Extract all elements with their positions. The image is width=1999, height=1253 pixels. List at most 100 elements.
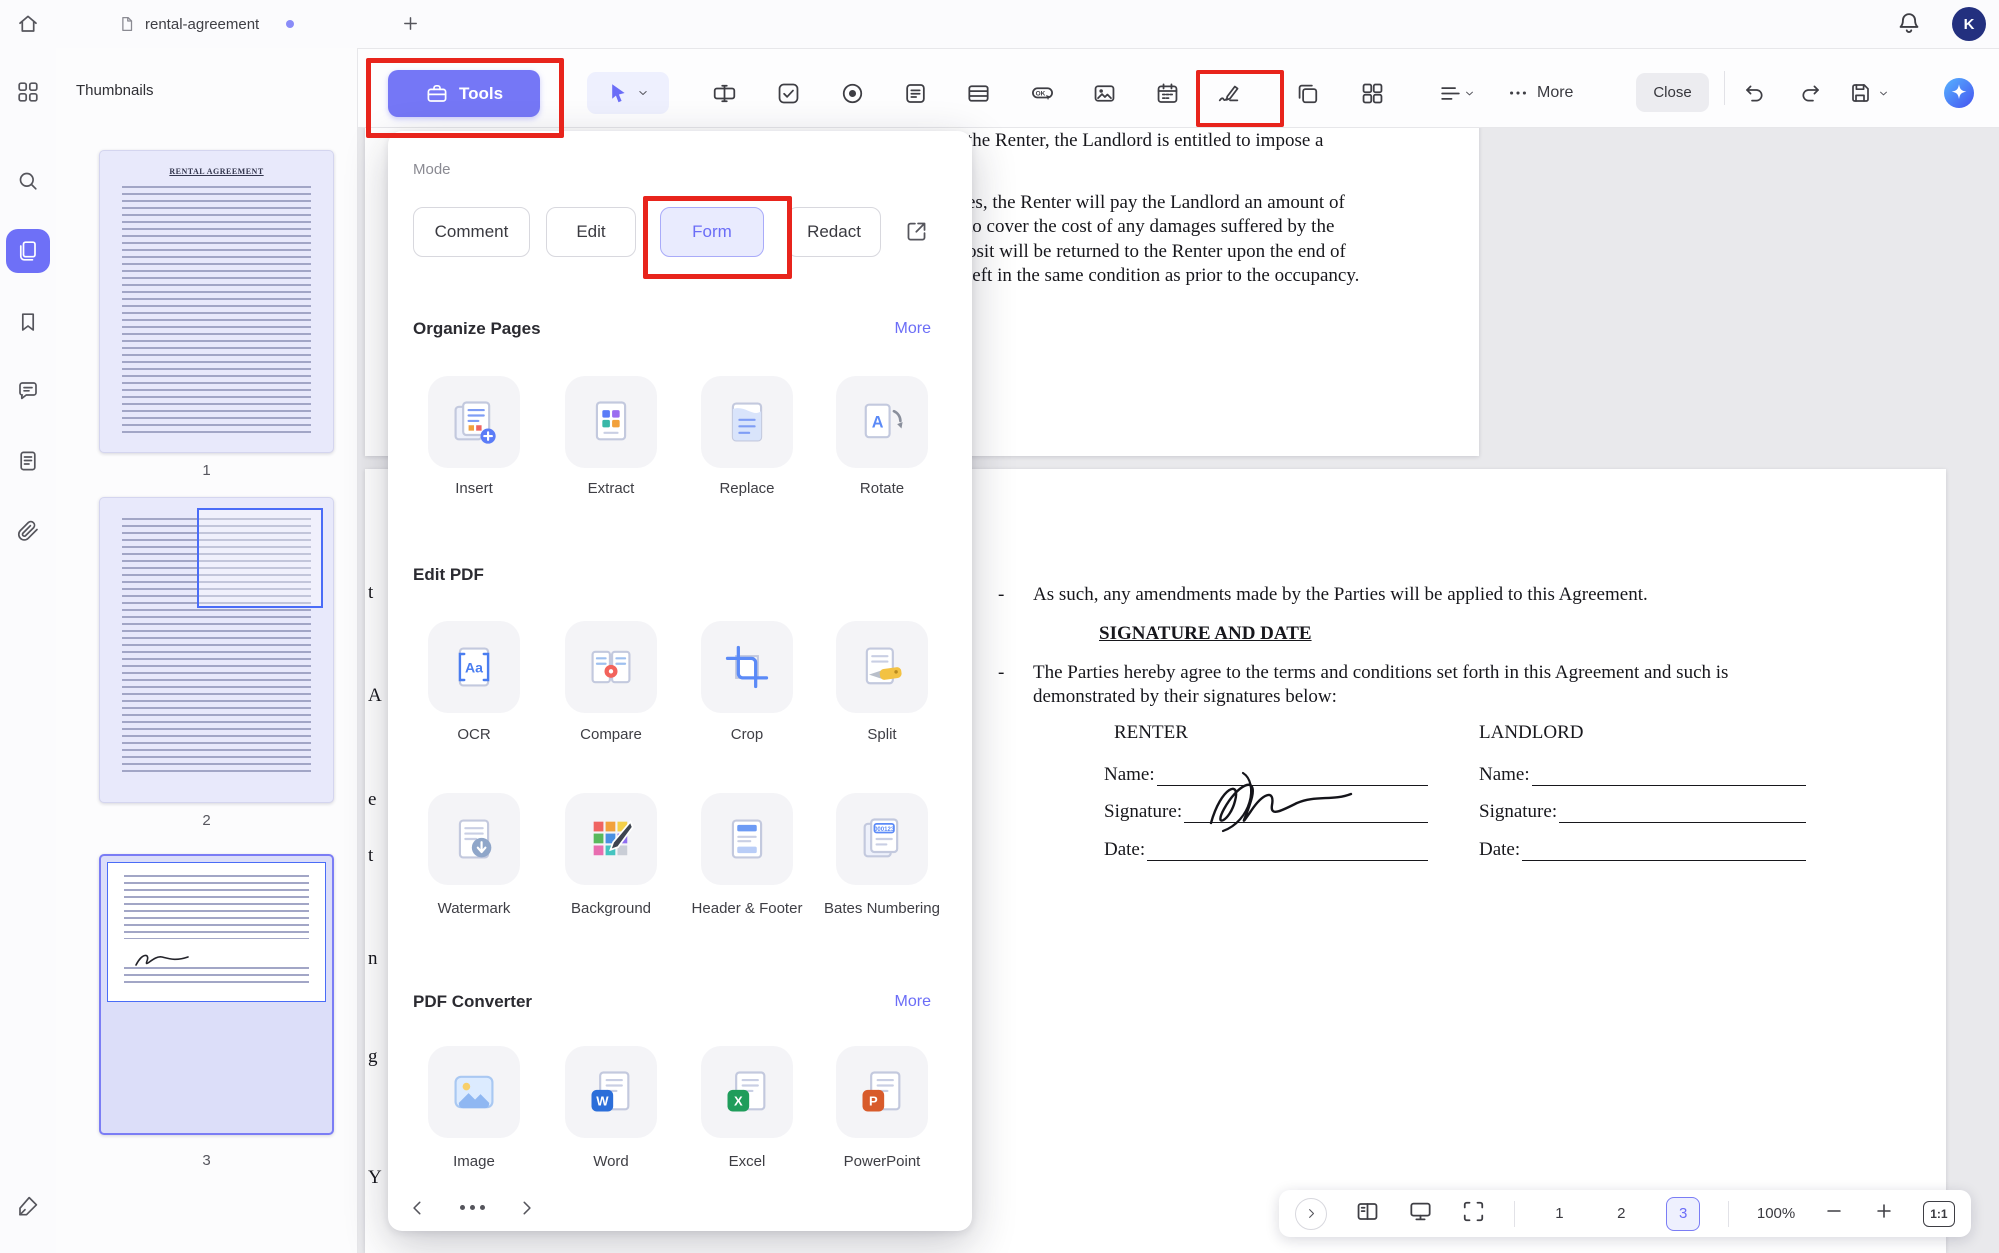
- actual-size-button[interactable]: 1:1: [1923, 1201, 1955, 1227]
- checkbox-field-button[interactable]: [768, 73, 808, 113]
- close-button-label: Close: [1653, 84, 1691, 101]
- notifications-button[interactable]: [1896, 10, 1922, 41]
- mode-label: Redact: [807, 222, 861, 242]
- viewport-indicator[interactable]: [107, 862, 326, 1002]
- extract-icon: [585, 396, 637, 448]
- unsaved-dot: [286, 20, 294, 28]
- tool-replace[interactable]: [701, 376, 793, 468]
- comments-button[interactable]: [15, 378, 41, 404]
- undo-icon: [1743, 81, 1767, 105]
- mode-edit-button[interactable]: Edit: [546, 207, 636, 257]
- clipped-text-fragment: t: [368, 845, 373, 867]
- thumbnails-panel: Thumbnails RENTAL AGREEMENT 1 2 3: [56, 48, 358, 1253]
- radio-field-button[interactable]: [832, 73, 872, 113]
- tool-background[interactable]: [565, 793, 657, 885]
- thumbnail-page-number: 1: [56, 462, 357, 479]
- checkbox-field-icon: [776, 81, 801, 106]
- tool-crop[interactable]: [701, 621, 793, 713]
- tool-compare[interactable]: [565, 621, 657, 713]
- home-button[interactable]: [16, 12, 40, 41]
- pen-tool-icon: [16, 1194, 40, 1218]
- tool-split[interactable]: [836, 621, 928, 713]
- notification-bell-icon: [1896, 10, 1922, 36]
- pdf-converter-more-link[interactable]: More: [895, 993, 931, 1011]
- tool-watermark[interactable]: [428, 793, 520, 885]
- tool-label: OCR: [406, 725, 542, 744]
- landlord-heading: LANDLORD: [1479, 721, 1584, 745]
- summary-button[interactable]: [15, 448, 41, 474]
- tool-to-excel[interactable]: X: [701, 1046, 793, 1138]
- comments-icon: [16, 379, 40, 403]
- fit-page-button[interactable]: [1461, 1199, 1486, 1229]
- tool-label: Image: [406, 1152, 542, 1171]
- menu-next-button[interactable]: [516, 1197, 538, 1224]
- tool-to-word[interactable]: W: [565, 1046, 657, 1138]
- chevron-right-icon: [516, 1197, 538, 1219]
- thumbnails-panel-button[interactable]: [6, 229, 50, 273]
- thumbnail-page-number: 3: [56, 1152, 357, 1169]
- pen-tool-button[interactable]: [15, 1193, 41, 1219]
- ai-assistant-button[interactable]: [1939, 73, 1979, 113]
- image-converter-icon: [448, 1066, 500, 1118]
- more-button[interactable]: More: [1507, 73, 1573, 113]
- add-tab-button[interactable]: [400, 13, 421, 39]
- mode-label: Comment: [435, 222, 509, 242]
- page-button-2[interactable]: 2: [1604, 1197, 1638, 1231]
- menu-prev-button[interactable]: [406, 1197, 428, 1224]
- document-tab[interactable]: rental-agreement: [118, 8, 294, 40]
- word-converter-icon: W: [585, 1066, 637, 1118]
- presentation-button[interactable]: [1408, 1199, 1433, 1229]
- tool-insert[interactable]: [428, 376, 520, 468]
- zoom-out-button[interactable]: [1823, 1200, 1845, 1227]
- presentation-icon: [1408, 1199, 1433, 1224]
- page-thumbnails-icon: [16, 239, 40, 263]
- expand-panel-button[interactable]: [1295, 1198, 1327, 1230]
- tool-to-powerpoint[interactable]: P: [836, 1046, 928, 1138]
- attachments-button[interactable]: [15, 517, 41, 543]
- page-thumbnail-3-current[interactable]: [99, 854, 334, 1135]
- zoom-level[interactable]: 100%: [1757, 1205, 1795, 1222]
- zoom-in-button[interactable]: [1873, 1200, 1895, 1227]
- bookmarks-button[interactable]: [15, 309, 41, 335]
- watermark-icon: [448, 813, 500, 865]
- background-icon: [585, 813, 637, 865]
- duplicate-button[interactable]: [1287, 73, 1327, 113]
- close-button[interactable]: Close: [1636, 73, 1709, 112]
- save-button[interactable]: [1848, 73, 1890, 113]
- apps-grid-icon: [16, 80, 40, 104]
- viewport-indicator[interactable]: [197, 508, 323, 608]
- tool-extract[interactable]: [565, 376, 657, 468]
- redo-button[interactable]: [1790, 73, 1830, 113]
- ocr-icon: Aa: [448, 641, 500, 693]
- reading-view-button[interactable]: [1355, 1199, 1380, 1229]
- image-field-button[interactable]: [1084, 73, 1124, 113]
- select-tool-group[interactable]: [587, 72, 669, 114]
- handwritten-signature: [1193, 761, 1368, 843]
- tool-bates-numbering[interactable]: 000123: [836, 793, 928, 885]
- list-box-field-button[interactable]: [895, 73, 935, 113]
- date-field-button[interactable]: [1147, 73, 1187, 113]
- undo-button[interactable]: [1735, 73, 1775, 113]
- text-field-button[interactable]: [704, 73, 744, 113]
- tool-ocr[interactable]: Aa: [428, 621, 520, 713]
- page-thumbnail-2[interactable]: [99, 497, 334, 803]
- mode-comment-button[interactable]: Comment: [413, 207, 530, 257]
- tool-header-footer[interactable]: [701, 793, 793, 885]
- mode-redact-button[interactable]: Redact: [787, 207, 881, 257]
- combo-box-field-button[interactable]: [958, 73, 998, 113]
- search-button[interactable]: [15, 168, 41, 194]
- avatar[interactable]: K: [1952, 7, 1986, 41]
- push-button-field-button[interactable]: OK: [1022, 73, 1062, 113]
- tool-to-image[interactable]: [428, 1046, 520, 1138]
- organize-pages-more-link[interactable]: More: [895, 320, 931, 338]
- page-thumbnail-1[interactable]: RENTAL AGREEMENT: [99, 150, 334, 453]
- align-button[interactable]: [1428, 73, 1486, 113]
- page-button-1[interactable]: 1: [1542, 1197, 1576, 1231]
- layout-grid-button[interactable]: [1352, 73, 1392, 113]
- tool-rotate[interactable]: A: [836, 376, 928, 468]
- menu-pages-indicator[interactable]: [460, 1205, 485, 1210]
- open-in-window-button[interactable]: [904, 219, 929, 249]
- apps-grid-button[interactable]: [15, 79, 41, 105]
- thumbnail-signature-scribble: [132, 949, 192, 971]
- page-button-3[interactable]: 3: [1666, 1197, 1700, 1231]
